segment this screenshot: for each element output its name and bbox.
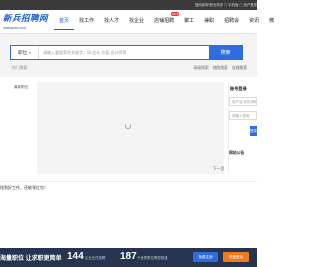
- nav-item-talent[interactable]: 找人才: [99, 14, 124, 30]
- nav-item-workers[interactable]: 聚工: [179, 14, 199, 30]
- search-button[interactable]: 搜索: [209, 46, 242, 59]
- map-search-link[interactable]: 地图搜索: [213, 66, 228, 71]
- site-notice-title: 网站公告: [229, 151, 245, 155]
- advanced-search-link[interactable]: 高级搜索: [193, 66, 208, 71]
- logo-url: xinbzpw.com: [3, 25, 26, 30]
- nav-item-job-fair[interactable]: 招聘会: [219, 14, 244, 30]
- section-divider: [0, 181, 257, 182]
- quick-login-button[interactable]: 快速登录: [223, 252, 249, 262]
- red-packet-promo[interactable]: 找到好工作，还能领红包！: [0, 185, 48, 191]
- nav-item-store-jobs[interactable]: 店铺招聘: [149, 14, 179, 30]
- nav-item-wechat[interactable]: 微: [264, 14, 279, 30]
- register-button[interactable]: 免费注册: [193, 252, 218, 262]
- hot-search-label: 热门搜索:: [12, 66, 29, 70]
- job-count-label: 个优质职位等您投递: [137, 256, 168, 260]
- nav-item-part-time[interactable]: 兼职: [199, 14, 219, 30]
- hot-badge: HOT: [171, 12, 180, 16]
- username-field[interactable]: 用户名/手机/邮箱: [229, 97, 257, 106]
- nav-item-home[interactable]: 首页: [54, 14, 75, 30]
- company-count-label: 企业正在招聘: [85, 256, 106, 260]
- latest-jobs-title: 最新职位: [14, 85, 29, 89]
- site-logo[interactable]: 新兵招聘网 xinbzpw.com: [3, 12, 49, 30]
- login-title: 账号登录: [230, 86, 247, 91]
- login-button[interactable]: 登录: [250, 126, 257, 136]
- main-nav: 首页 找工作 找人才 找企业 店铺招聘 聚工 兼职 招聘会 资讯 微: [54, 14, 279, 30]
- nav-item-jobs[interactable]: 找工作: [74, 14, 99, 30]
- search-box: 职位 ▾ 搜索: [10, 45, 243, 60]
- next-page-link[interactable]: 下一页: [213, 167, 224, 172]
- loading-spinner-icon: [125, 123, 131, 129]
- search-category-label: 职位: [18, 49, 28, 55]
- nav-item-companies[interactable]: 找企业: [124, 14, 149, 30]
- password-field[interactable]: 请输入密码: [229, 111, 257, 120]
- nav-item-news[interactable]: 资讯: [244, 14, 264, 30]
- chevron-down-icon: ▾: [29, 50, 31, 55]
- top-links[interactable]: 搜尚新闻 职业测评 ▢ 手机版 ▢ 用户登录: [195, 2, 257, 7]
- company-count: 144: [67, 251, 84, 262]
- search-input[interactable]: [39, 46, 209, 59]
- logo-name: 新兵招聘网: [3, 14, 49, 24]
- store-search-link[interactable]: 店铺搜索: [232, 66, 247, 71]
- job-list-panel: [37, 82, 224, 174]
- search-area: 职位 ▾ 搜索 热门搜索: 高级搜索 地图搜索 店铺搜索: [0, 34, 257, 77]
- top-bar: 搜尚新闻 职业测评 ▢ 手机版 ▢ 用户登录: [0, 0, 257, 10]
- quick-links: 高级搜索 地图搜索 店铺搜索: [193, 66, 247, 71]
- footer-slogan: 海量职位 让求职更简单: [0, 256, 62, 262]
- search-category-select[interactable]: 职位 ▾: [11, 46, 39, 59]
- job-count: 187: [120, 251, 137, 262]
